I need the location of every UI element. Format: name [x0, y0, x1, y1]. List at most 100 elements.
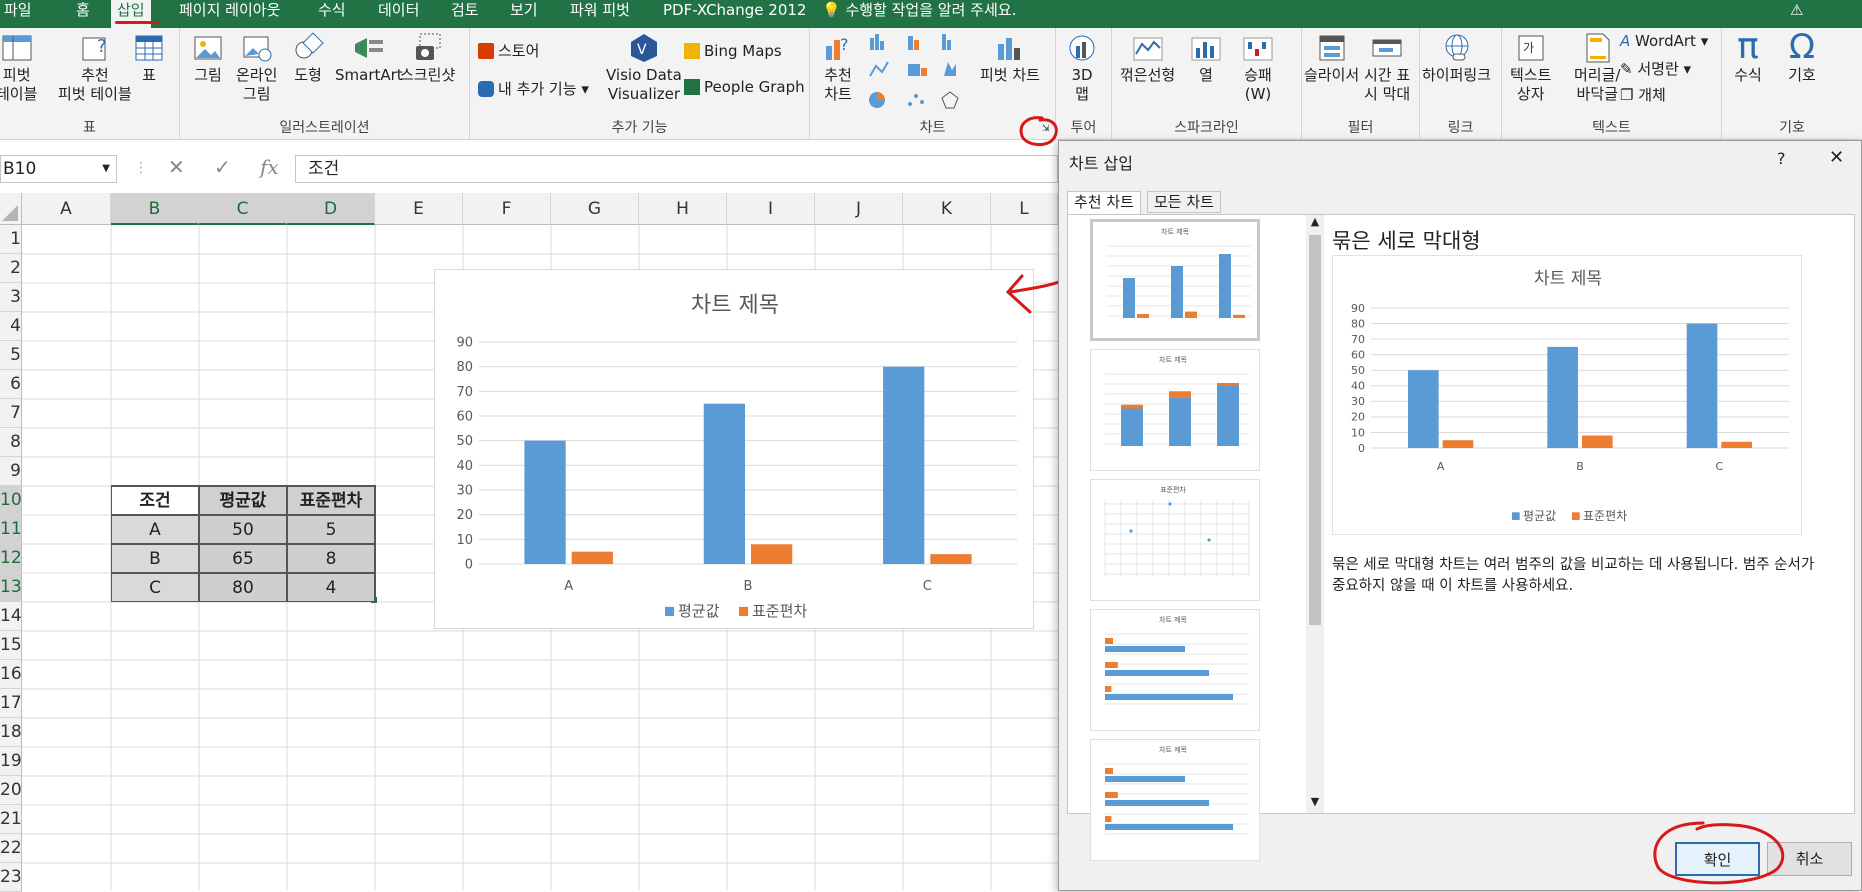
tab-formulas[interactable]: 수식: [318, 0, 346, 28]
equation-button[interactable]: π 수식: [1732, 29, 1764, 85]
chevron-down-icon[interactable]: ▼: [102, 156, 110, 182]
row-header-22[interactable]: 22: [0, 834, 22, 863]
row-header-6[interactable]: 6: [0, 370, 22, 399]
shapes-button[interactable]: 도형: [292, 32, 324, 85]
select-all-corner[interactable]: [0, 193, 22, 225]
row-header-2[interactable]: 2: [0, 254, 22, 283]
row-header-12[interactable]: 12: [0, 544, 22, 573]
row-header-11[interactable]: 11: [0, 515, 22, 544]
hyperlink-button[interactable]: 하이퍼링크: [1422, 32, 1491, 85]
chart-type-gallery-icons[interactable]: [868, 32, 978, 114]
row-header-16[interactable]: 16: [0, 660, 22, 689]
tab-page-layout[interactable]: 페이지 레이아웃: [179, 0, 280, 28]
column-header-B[interactable]: B: [111, 193, 199, 225]
chart-thumbnail-5[interactable]: 차트 제목: [1090, 739, 1260, 861]
smartart-button[interactable]: SmartArt: [335, 32, 403, 85]
chart-thumbnail-3[interactable]: 표준편차: [1090, 479, 1260, 601]
row-header-17[interactable]: 17: [0, 689, 22, 718]
pivot-chart-button[interactable]: 피벗 차트: [980, 32, 1040, 85]
column-header-E[interactable]: E: [375, 193, 463, 225]
header-footer-button[interactable]: 머리글/ 바닥글: [1574, 32, 1620, 104]
recommended-pivot-button[interactable]: ? 추천 피벗 테이블: [58, 32, 132, 104]
name-box[interactable]: B10 ▼: [0, 155, 117, 183]
table-cell[interactable]: 8: [287, 544, 375, 573]
row-header-15[interactable]: 15: [0, 631, 22, 660]
column-header-A[interactable]: A: [22, 193, 111, 225]
row-header-8[interactable]: 8: [0, 428, 22, 457]
object-button[interactable]: ❐ 개체: [1620, 84, 1666, 105]
people-graph-button[interactable]: People Graph: [684, 78, 805, 96]
tab-home[interactable]: 홈: [76, 0, 90, 28]
help-button[interactable]: ?: [1777, 149, 1786, 168]
scrollbar-thumb[interactable]: [1309, 235, 1321, 625]
scroll-up-icon[interactable]: ▲: [1306, 215, 1324, 233]
store-button[interactable]: 스토어: [478, 40, 539, 61]
table-button[interactable]: 표: [133, 32, 165, 85]
insert-function-icon[interactable]: fx: [260, 155, 279, 179]
cancel-entry-icon[interactable]: ✕: [168, 155, 185, 179]
sparkline-line-button[interactable]: 꺾은선형: [1120, 32, 1175, 85]
bing-maps-button[interactable]: Bing Maps: [684, 42, 782, 60]
row-header-3[interactable]: 3: [0, 283, 22, 312]
tab-pdf-xchange[interactable]: PDF-XChange 2012: [663, 0, 806, 28]
tab-all-charts[interactable]: 모든 차트: [1147, 191, 1221, 213]
chart-thumbnail-1[interactable]: 차트 제목: [1090, 219, 1260, 341]
row-header-23[interactable]: 23: [0, 863, 22, 892]
chart-thumbnail-4[interactable]: 차트 제목: [1090, 609, 1260, 731]
column-header-I[interactable]: I: [727, 193, 815, 225]
sparkline-winloss-button[interactable]: 승패 (W): [1242, 32, 1274, 104]
table-cell[interactable]: 4: [287, 573, 375, 602]
table-cell[interactable]: 65: [199, 544, 287, 573]
close-button[interactable]: ✕: [1829, 147, 1844, 168]
online-pictures-button[interactable]: 온라인 그림: [236, 32, 277, 104]
tab-data[interactable]: 데이터: [378, 0, 419, 28]
signature-line-button[interactable]: ✎ 서명란 ▾: [1620, 58, 1691, 79]
thumbnail-scrollbar[interactable]: ▲ ▼: [1306, 215, 1324, 813]
table-header-cell[interactable]: 조건: [111, 486, 199, 515]
timeline-button[interactable]: 시간 표 시 막대: [1364, 32, 1410, 104]
text-box-button[interactable]: 가 텍스트 상자: [1510, 32, 1551, 104]
row-header-21[interactable]: 21: [0, 805, 22, 834]
tab-power-pivot[interactable]: 파워 피벗: [570, 0, 630, 28]
sparkline-column-button[interactable]: 열: [1190, 32, 1222, 85]
column-header-F[interactable]: F: [463, 193, 551, 225]
column-header-J[interactable]: J: [815, 193, 903, 225]
column-header-H[interactable]: H: [639, 193, 727, 225]
table-cell[interactable]: B: [111, 544, 199, 573]
column-header-C[interactable]: C: [199, 193, 287, 225]
chart-object[interactable]: 차트 제목 0 10 20 30 40 50 60 70 80 90 A B C 평균값 표준편차: [434, 269, 1034, 629]
row-header-4[interactable]: 4: [0, 312, 22, 341]
row-header-9[interactable]: 9: [0, 457, 22, 486]
chart-thumbnail-2[interactable]: 차트 제목: [1090, 349, 1260, 471]
symbol-button[interactable]: Ω 기호: [1786, 30, 1818, 85]
formula-input[interactable]: 조건: [295, 155, 1058, 183]
confirm-entry-icon[interactable]: ✓: [214, 155, 231, 179]
tab-file[interactable]: 파일: [4, 0, 32, 28]
table-cell[interactable]: 5: [287, 515, 375, 544]
visio-data-visualizer-button[interactable]: V Visio Data Visualizer: [606, 32, 682, 104]
row-header-18[interactable]: 18: [0, 718, 22, 747]
pivot-table-button[interactable]: 피벗 테이블: [0, 32, 37, 104]
row-header-5[interactable]: 5: [0, 341, 22, 370]
column-header-K[interactable]: K: [903, 193, 991, 225]
tab-review[interactable]: 검토: [451, 0, 479, 28]
row-header-7[interactable]: 7: [0, 399, 22, 428]
table-cell[interactable]: C: [111, 573, 199, 602]
table-header-cell[interactable]: 표준편차: [287, 486, 375, 515]
slicer-button[interactable]: 슬라이서: [1304, 32, 1359, 85]
row-header-1[interactable]: 1: [0, 225, 22, 254]
row-header-14[interactable]: 14: [0, 602, 22, 631]
tell-me-box[interactable]: 💡 수행할 작업을 알려 주세요.: [822, 0, 1016, 28]
screenshot-button[interactable]: 스크린샷: [400, 32, 455, 85]
recommended-charts-button[interactable]: ? 추천 차트: [822, 32, 854, 104]
column-header-D[interactable]: D: [287, 193, 375, 225]
row-header-10[interactable]: 10: [0, 486, 22, 515]
table-cell[interactable]: A: [111, 515, 199, 544]
tab-recommended-charts[interactable]: 추천 차트: [1067, 191, 1141, 215]
my-addins-button[interactable]: 내 추가 기능 ▾: [478, 78, 589, 99]
tab-view[interactable]: 보기: [510, 0, 538, 28]
row-header-13[interactable]: 13: [0, 573, 22, 602]
scroll-down-icon[interactable]: ▼: [1306, 795, 1324, 813]
table-cell[interactable]: 80: [199, 573, 287, 602]
table-cell[interactable]: 50: [199, 515, 287, 544]
